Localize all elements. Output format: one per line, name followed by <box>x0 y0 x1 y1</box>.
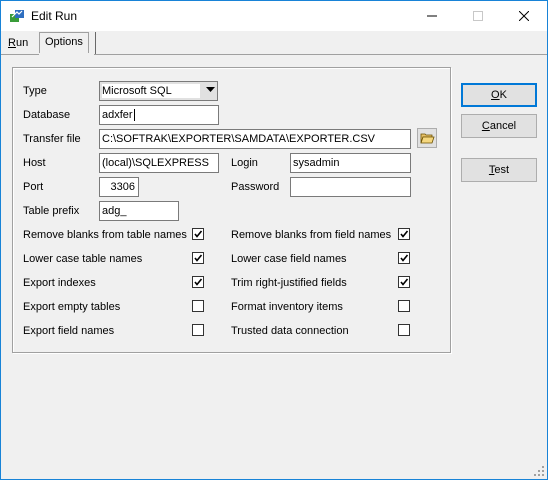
login-label: Login <box>231 157 258 169</box>
test-button[interactable]: Test <box>461 158 537 182</box>
trim-right-justified-checkbox[interactable] <box>398 276 410 288</box>
export-indexes-checkbox[interactable] <box>192 276 204 288</box>
tab-run-label: un <box>15 37 29 49</box>
cancel-label: ancel <box>489 120 517 132</box>
remove-blanks-field-checkbox[interactable] <box>398 228 410 240</box>
option-label: Trusted data connection <box>231 325 349 337</box>
title-bar[interactable]: Edit Run <box>1 1 547 31</box>
table-prefix-label: Table prefix <box>23 205 80 217</box>
window-title: Edit Run <box>31 9 78 23</box>
minimize-button[interactable] <box>409 1 455 31</box>
format-inventory-checkbox[interactable] <box>398 300 410 312</box>
login-input[interactable]: sysadmin <box>290 153 411 173</box>
tab-shadow <box>95 32 96 54</box>
export-empty-tables-checkbox[interactable] <box>192 300 204 312</box>
option-label: Remove blanks from table names <box>23 229 187 241</box>
type-select[interactable]: Microsoft SQL <box>99 81 218 101</box>
option-label: Export empty tables <box>23 301 121 313</box>
tab-run-accel: R <box>8 37 16 49</box>
database-input-value: adxfer <box>102 109 133 121</box>
table-prefix-value: adg_ <box>102 205 127 217</box>
type-label: Type <box>23 85 47 97</box>
close-icon <box>519 11 529 21</box>
lower-case-field-checkbox[interactable] <box>398 252 410 264</box>
password-label: Password <box>231 181 280 193</box>
port-input-value: 3306 <box>110 181 135 193</box>
tab-options[interactable]: Options <box>39 32 89 55</box>
maximize-icon <box>473 11 483 21</box>
tab-options-label: Options <box>45 36 83 48</box>
checkmark-icon <box>194 230 203 238</box>
checkmark-icon <box>400 278 409 286</box>
port-input[interactable]: 3306 <box>99 177 139 197</box>
cancel-button[interactable]: Cancel <box>461 114 537 138</box>
transfer-file-input[interactable]: C:\SOFTRAK\EXPORTER\SAMDATA\EXPORTER.CSV <box>99 129 411 149</box>
host-input-value: (local)\SQLEXPRESS <box>102 157 209 169</box>
password-input[interactable] <box>290 177 411 197</box>
folder-open-icon <box>420 133 435 144</box>
ok-button[interactable]: OK <box>461 83 537 107</box>
resize-grip-icon[interactable] <box>534 466 544 476</box>
database-input[interactable]: adxfer <box>99 105 219 125</box>
type-select-value: Microsoft SQL <box>102 84 200 98</box>
database-label: Database <box>23 109 71 121</box>
host-label: Host <box>23 157 46 169</box>
option-label: Lower case field names <box>231 253 347 265</box>
export-field-names-checkbox[interactable] <box>192 324 204 336</box>
checkmark-icon <box>194 254 203 262</box>
option-label: Lower case table names <box>23 253 143 265</box>
tab-run[interactable]: Run <box>3 34 33 54</box>
host-input[interactable]: (local)\SQLEXPRESS <box>99 153 219 173</box>
login-input-value: sysadmin <box>293 157 340 169</box>
option-label: Remove blanks from field names <box>231 229 392 241</box>
port-label: Port <box>23 181 44 193</box>
checkmark-icon <box>400 230 409 238</box>
minimize-icon <box>427 15 437 17</box>
ok-label: K <box>499 89 507 101</box>
transfer-file-value: C:\SOFTRAK\EXPORTER\SAMDATA\EXPORTER.CSV <box>102 133 376 145</box>
trusted-connection-checkbox[interactable] <box>398 324 410 336</box>
ok-accel: O <box>491 89 500 101</box>
browse-file-button[interactable] <box>417 128 437 148</box>
cancel-accel: C <box>481 120 490 132</box>
text-cursor <box>133 109 135 122</box>
close-button[interactable] <box>501 1 547 31</box>
remove-blanks-table-checkbox[interactable] <box>192 228 204 240</box>
checkmark-icon <box>400 254 409 262</box>
option-label: Export indexes <box>23 277 96 289</box>
table-prefix-input[interactable]: adg_ <box>99 201 179 221</box>
maximize-button <box>455 1 501 31</box>
checkmark-icon <box>194 278 203 286</box>
option-label: Format inventory items <box>231 301 343 313</box>
active-tab-gap <box>39 53 94 55</box>
edit-run-window: Edit Run Run Options Type Database Trans… <box>0 0 548 480</box>
option-label: Trim right-justified fields <box>231 277 347 289</box>
test-label: est <box>494 164 510 176</box>
option-label: Export field names <box>23 325 115 337</box>
lower-case-table-checkbox[interactable] <box>192 252 204 264</box>
transfer-file-label: Transfer file <box>23 133 81 145</box>
app-icon <box>9 8 25 24</box>
chevron-down-icon <box>206 87 215 92</box>
